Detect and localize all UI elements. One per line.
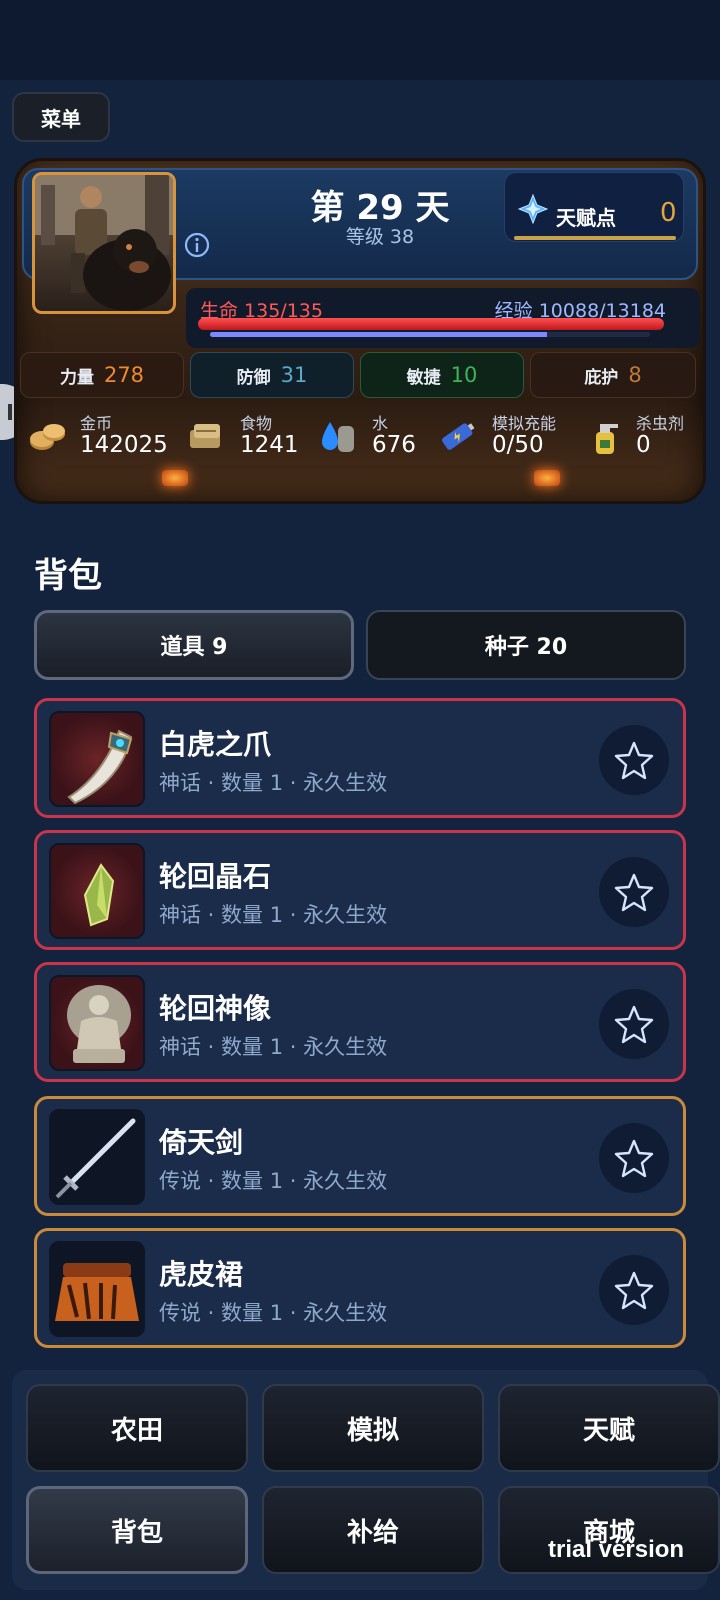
resource-value-water: 676 <box>372 432 416 458</box>
diamond-icon <box>517 193 549 225</box>
star-icon <box>614 1139 654 1178</box>
stat-agility: 敏捷 10 <box>360 352 524 398</box>
stat-label: 敏捷 <box>406 367 441 388</box>
stat-shelter: 庇护 8 <box>530 352 696 398</box>
list-item[interactable]: 虎皮裙 传说 · 数量 1 · 永久生效 <box>34 1228 686 1348</box>
nav-farm-button[interactable]: 农田 <box>26 1384 248 1472</box>
panel-lamp <box>162 470 188 486</box>
top-status-area <box>0 0 720 80</box>
item-meta: 神话 · 数量 1 · 永久生效 <box>159 903 388 927</box>
avatar[interactable] <box>32 172 176 314</box>
resource-value-food: 1241 <box>240 432 299 458</box>
favorite-button[interactable] <box>599 1123 669 1193</box>
tab-seeds[interactable]: 种子 20 <box>366 610 686 680</box>
nav-talent-button[interactable]: 天赋 <box>498 1384 720 1472</box>
sword-icon <box>49 1109 145 1205</box>
favorite-button[interactable] <box>599 725 669 795</box>
stat-value: 31 <box>280 363 308 387</box>
stat-label: 力量 <box>59 367 94 388</box>
resource-label-sim-charge: 模拟充能 <box>492 414 557 433</box>
item-name: 轮回晶石 <box>159 860 272 893</box>
stat-label: 庇护 <box>584 367 619 388</box>
resource-label-water: 水 <box>372 414 389 433</box>
nav-simulate-button[interactable]: 模拟 <box>262 1384 484 1472</box>
menu-button[interactable]: 菜单 <box>12 92 110 142</box>
resource-label-pesticide: 杀虫剂 <box>636 414 685 433</box>
star-icon <box>614 1271 654 1310</box>
favorite-button[interactable] <box>599 857 669 927</box>
resource-value-pesticide: 0 <box>636 432 651 458</box>
talent-underline <box>514 236 676 240</box>
list-item[interactable]: 倚天剑 传说 · 数量 1 · 永久生效 <box>34 1096 686 1216</box>
spray-icon <box>588 416 628 456</box>
favorite-button[interactable] <box>599 1255 669 1325</box>
battery-icon <box>438 416 478 456</box>
star-icon <box>614 1005 654 1044</box>
resource-value-gold: 142025 <box>80 432 168 458</box>
trial-watermark: trial version <box>548 1536 685 1563</box>
section-title: 背包 <box>34 556 102 596</box>
stat-value: 10 <box>450 363 478 387</box>
tab-items[interactable]: 道具 9 <box>34 610 354 680</box>
resource-label-food: 食物 <box>240 414 273 433</box>
stat-value: 278 <box>103 363 145 387</box>
statue-icon <box>49 975 145 1071</box>
hp-bar <box>198 318 664 330</box>
exp-bar <box>210 332 650 337</box>
nav-supply-button[interactable]: 补给 <box>262 1486 484 1574</box>
list-item[interactable]: 白虎之爪 神话 · 数量 1 · 永久生效 <box>34 698 686 818</box>
level-text: 等级 38 <box>345 226 415 248</box>
stat-label: 防御 <box>236 367 271 388</box>
resource-value-sim-charge: 0/50 <box>492 432 544 458</box>
item-meta: 传说 · 数量 1 · 永久生效 <box>159 1301 388 1325</box>
crystal-icon <box>49 843 145 939</box>
exp-bar-fill <box>210 332 547 337</box>
stat-value: 8 <box>628 363 642 387</box>
claw-icon <box>49 711 145 807</box>
star-icon <box>614 873 654 912</box>
item-meta: 传说 · 数量 1 · 永久生效 <box>159 1169 388 1193</box>
list-item[interactable]: 轮回晶石 神话 · 数量 1 · 永久生效 <box>34 830 686 950</box>
talent-label: 天赋点 <box>556 206 616 230</box>
skirt-icon <box>49 1241 145 1337</box>
panel-lamp <box>534 470 560 486</box>
stat-strength: 力量 278 <box>20 352 184 398</box>
item-meta: 神话 · 数量 1 · 永久生效 <box>159 771 388 795</box>
water-icon <box>318 416 358 456</box>
coins-icon <box>28 416 68 456</box>
item-name: 倚天剑 <box>159 1126 244 1159</box>
talent-value: 0 <box>660 198 677 228</box>
nav-backpack-button[interactable]: 背包 <box>26 1486 248 1574</box>
item-name: 白虎之爪 <box>159 728 272 761</box>
food-icon <box>186 416 226 456</box>
info-icon[interactable] <box>184 232 210 258</box>
item-name: 虎皮裙 <box>159 1258 244 1291</box>
item-name: 轮回神像 <box>159 992 272 1025</box>
resource-label-gold: 金币 <box>80 414 113 433</box>
item-meta: 神话 · 数量 1 · 永久生效 <box>159 1035 388 1059</box>
favorite-button[interactable] <box>599 989 669 1059</box>
stat-defense: 防御 31 <box>190 352 354 398</box>
star-icon <box>614 741 654 780</box>
list-item[interactable]: 轮回神像 神话 · 数量 1 · 永久生效 <box>34 962 686 1082</box>
hp-bar-fill <box>198 318 664 330</box>
